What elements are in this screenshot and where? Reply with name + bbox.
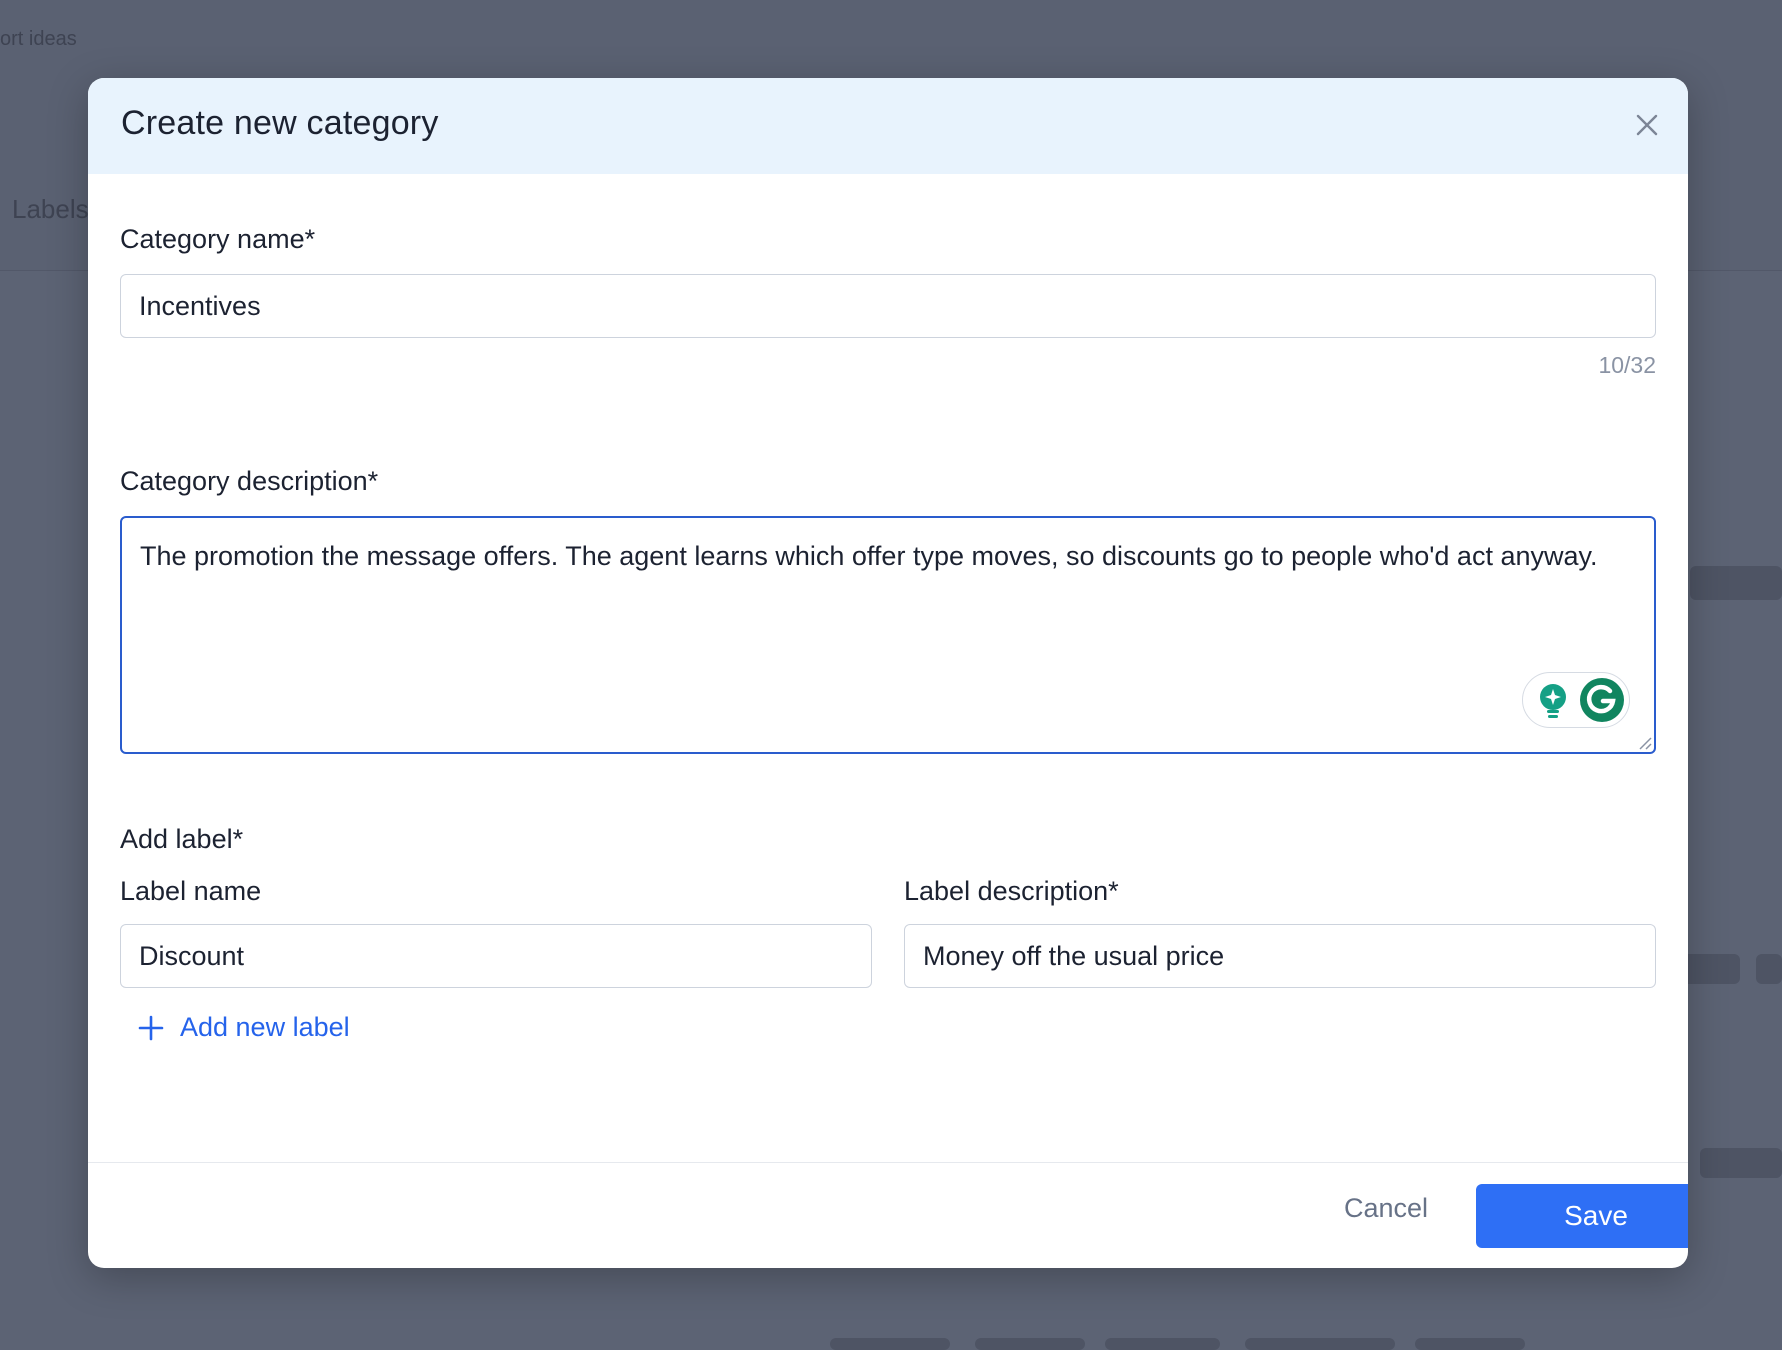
- category-name-value: Incentives: [139, 290, 261, 321]
- save-button[interactable]: Save: [1476, 1184, 1688, 1248]
- grammarly-widget[interactable]: [1522, 672, 1630, 728]
- background-element: [1756, 954, 1782, 984]
- category-name-label: Category name*: [120, 224, 316, 254]
- resize-handle-icon[interactable]: [1636, 734, 1652, 750]
- label-name-header: Label name: [120, 876, 262, 906]
- add-label-heading: Add label*: [120, 824, 244, 854]
- label-name-value: Discount: [139, 940, 245, 971]
- label-description-value: Money off the usual price: [923, 940, 1225, 971]
- dialog-title: Create new category: [121, 104, 439, 142]
- category-description-textarea[interactable]: The promotion the message offers. The ag…: [120, 516, 1656, 754]
- category-description-value: The promotion the message offers. The ag…: [140, 541, 1598, 571]
- background-element: [830, 1338, 950, 1350]
- footer-divider: [88, 1162, 1688, 1163]
- dialog-header: Create new category: [88, 78, 1688, 174]
- cancel-button[interactable]: Cancel: [1316, 1186, 1456, 1230]
- background-element: [1105, 1338, 1220, 1350]
- add-new-label-button[interactable]: Add new label: [138, 1012, 350, 1043]
- character-count: 10/32: [1598, 352, 1656, 378]
- category-name-input[interactable]: Incentives: [120, 274, 1656, 338]
- plus-icon: [138, 1015, 164, 1040]
- background-element: [975, 1338, 1085, 1350]
- grammarly-lightbulb-icon: [1540, 684, 1566, 718]
- create-category-dialog: Create new category Category name* Incen…: [88, 78, 1688, 1268]
- background-breadcrumb: ort ideas: [0, 28, 77, 50]
- background-element: [1680, 954, 1740, 984]
- category-description-label: Category description*: [120, 466, 379, 496]
- add-new-label-text: Add new label: [180, 1012, 350, 1042]
- label-name-input[interactable]: Discount: [120, 924, 872, 988]
- close-button[interactable]: [1630, 108, 1664, 142]
- background-heading: Labels: [12, 194, 89, 224]
- background-element: [1245, 1338, 1395, 1350]
- close-icon: [1636, 114, 1658, 136]
- label-description-header: Label description*: [904, 876, 1119, 906]
- background-element: [1700, 1148, 1782, 1178]
- label-description-input[interactable]: Money off the usual price: [904, 924, 1656, 988]
- background-element: [1415, 1338, 1525, 1350]
- grammarly-logo-icon: [1580, 678, 1624, 722]
- background-element: [1690, 566, 1782, 600]
